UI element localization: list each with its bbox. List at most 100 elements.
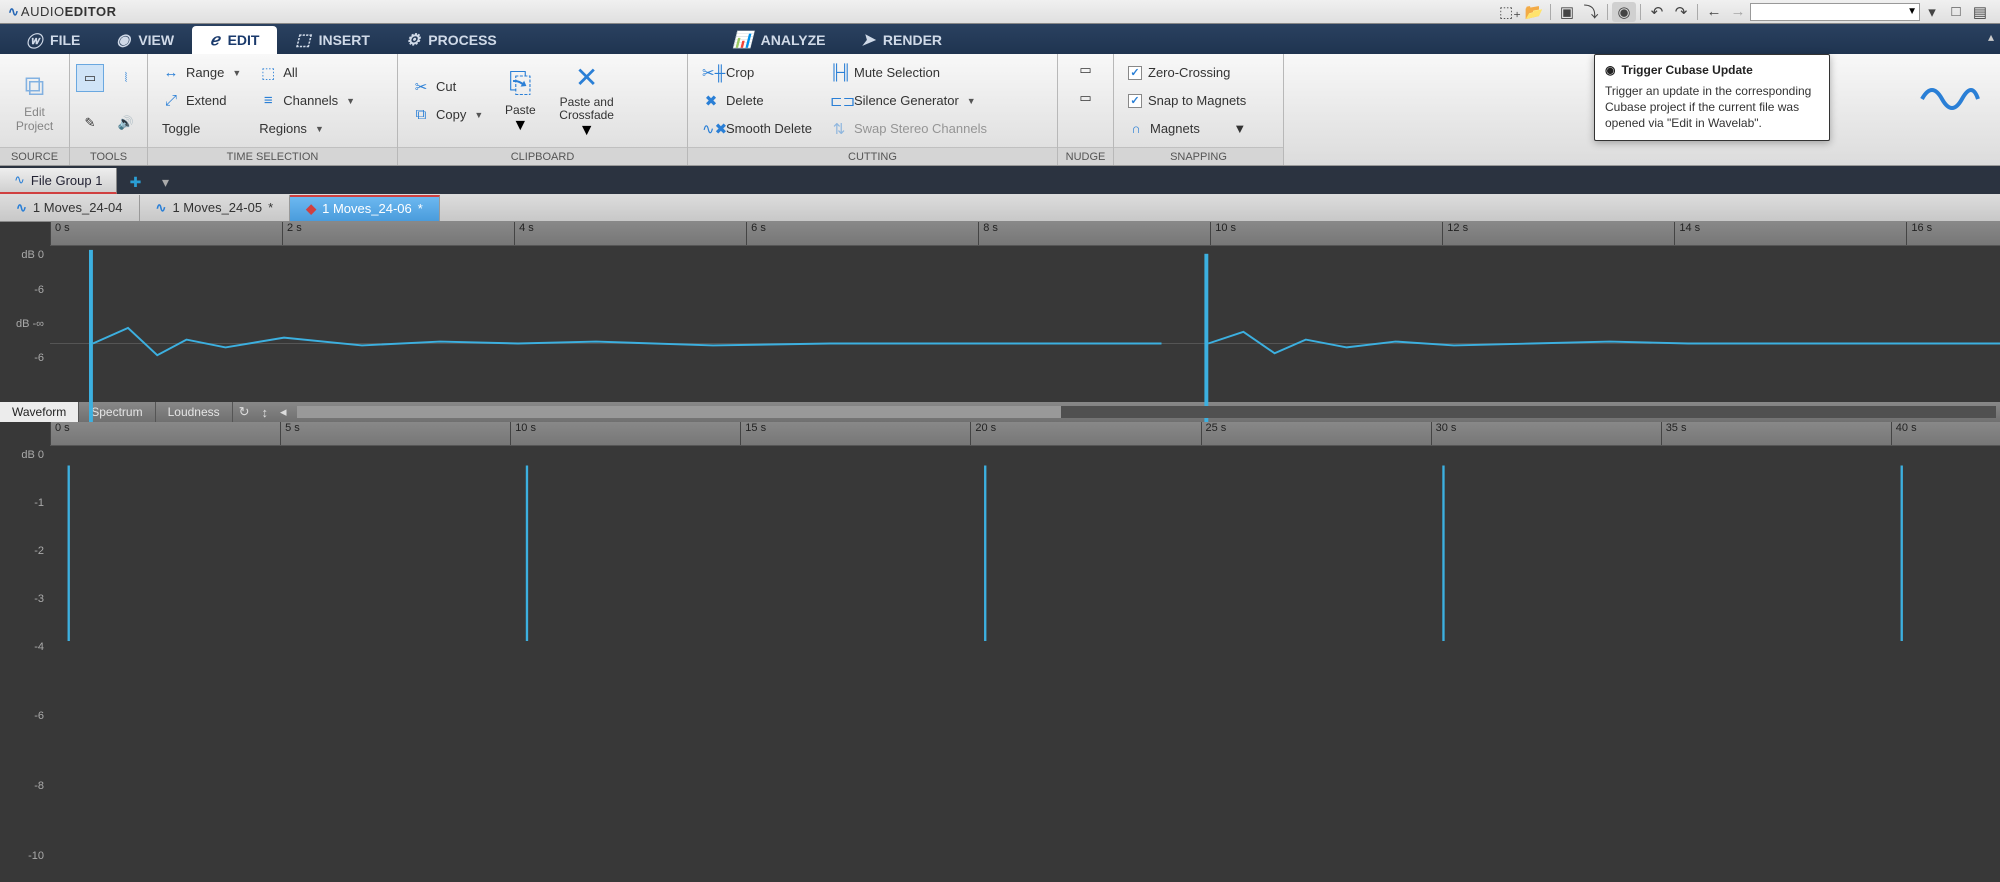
group-label-source: SOURCE (0, 147, 69, 165)
smooth-delete-button[interactable]: ∿✖Smooth Delete (696, 116, 818, 142)
ruler-tick: 14 s (1674, 222, 1700, 245)
ribbon-tab-view[interactable]: ◉VIEW (98, 26, 192, 54)
crop-button[interactable]: ✂╫Crop (696, 60, 818, 86)
ruler-tick: 12 s (1442, 222, 1468, 245)
snap-magnets-checkbox[interactable]: ✓Snap to Magnets (1122, 88, 1252, 114)
extend-icon: ⤢ (162, 92, 180, 109)
scrollbar-thumb[interactable] (297, 406, 1062, 418)
tooltip-body: Trigger an update in the corresponding C… (1605, 83, 1819, 132)
file-tab-0[interactable]: ∿1 Moves_24-04 (0, 195, 140, 221)
filegroup-add-icon[interactable]: ✚ (123, 170, 147, 194)
ribbon-tab-file[interactable]: ⓦFILE (8, 26, 98, 54)
mute-icon: ╟╢ (830, 64, 848, 81)
zero-crossing-checkbox[interactable]: ✓Zero-Crossing (1122, 60, 1252, 86)
ruler-tick: 0 s (50, 422, 70, 445)
tool-pencil-icon[interactable]: ✎ (76, 109, 104, 137)
silence-generator-button[interactable]: ⊏⊐Silence Generator▼ (824, 88, 993, 114)
ribbon-tab-edit[interactable]: ℯEDIT (192, 26, 277, 54)
upper-ruler[interactable]: 0 s 2 s 4 s 6 s 8 s 10 s 12 s 14 s 16 s (50, 222, 2000, 246)
paste-label: Paste (505, 104, 536, 117)
paste-crossfade-button[interactable]: ✕ Paste and Crossfade ▼ (551, 61, 622, 141)
open-file-icon[interactable]: 📂 (1522, 2, 1546, 22)
tool-selection-icon[interactable]: ▭ (76, 64, 104, 92)
group-label-snapping: SNAPPING (1114, 147, 1283, 165)
db-label: -10 (28, 850, 44, 862)
paste-crossfade-label: Paste and Crossfade (559, 96, 614, 122)
file-tab-2[interactable]: ◆1 Moves_24-06* (290, 195, 440, 221)
ribbon-tab-insert[interactable]: ⬚INSERT (277, 26, 387, 54)
history-dropdown[interactable]: ▼ (1750, 3, 1920, 21)
title-bar: ∿ AUDIO EDITOR ⬚₊ 📂 ▣ ⤵ ◉ ↶ ↷ ← → ▼ ▾ □ … (0, 0, 2000, 24)
copy-button[interactable]: ⧉Copy▼ (406, 102, 489, 128)
extend-button[interactable]: ⤢Extend (156, 88, 247, 114)
db-label: -6 (34, 284, 44, 296)
wave-icon: ◆ (306, 201, 316, 217)
ruler-tick: 35 s (1661, 422, 1687, 445)
app-title-suffix: EDITOR (65, 4, 117, 19)
ruler-tick: 40 s (1891, 422, 1917, 445)
copy-icon: ⧉ (412, 106, 430, 123)
select-all-icon: ⬚ (259, 64, 277, 82)
ruler-tick: 25 s (1201, 422, 1227, 445)
mute-selection-button[interactable]: ╟╢Mute Selection (824, 60, 993, 86)
redo-icon[interactable]: ↷ (1669, 2, 1693, 22)
db-label: dB 0 (21, 449, 44, 461)
overview-scrollbar[interactable] (297, 406, 1996, 418)
ruler-tick: 0 s (50, 222, 70, 245)
group-label-nudge: NUDGE (1058, 147, 1113, 165)
swap-stereo-button[interactable]: ⇅Swap Stereo Channels (824, 116, 993, 142)
filegroup-menu-icon[interactable]: ▾ (153, 170, 177, 194)
file-tab-1[interactable]: ∿1 Moves_24-05* (140, 195, 291, 221)
db-label: -1 (34, 497, 44, 509)
filetabs-bar: ∿1 Moves_24-04 ∿1 Moves_24-05* ◆1 Moves_… (0, 194, 2000, 222)
ruler-tick: 15 s (740, 422, 766, 445)
channels-button[interactable]: ≡Channels▼ (253, 88, 361, 114)
ribbon-tab-analyze[interactable]: 📊ANALYZE (715, 26, 844, 54)
wave-icon: ∿ (156, 200, 167, 216)
delete-button[interactable]: ✖Delete (696, 88, 818, 114)
new-file-icon[interactable]: ⬚₊ (1498, 2, 1522, 22)
regions-button[interactable]: Regions▼ (253, 116, 361, 142)
paste-icon: ⎘ (509, 66, 531, 102)
ribbon-collapse-icon[interactable]: ▴ (1988, 30, 1994, 44)
trigger-cubase-update-icon[interactable]: ◉ (1612, 2, 1636, 22)
edit-project-button[interactable]: ⧉ Edit Project (8, 61, 61, 141)
ribbon-tab-render[interactable]: ➤RENDER (844, 26, 961, 54)
group-label-cutting: CUTTING (688, 147, 1057, 165)
tool-spectrum-icon[interactable]: ⦚ (112, 64, 140, 92)
tool-play-icon[interactable]: 🔊 (112, 109, 140, 137)
save-icon[interactable]: ▣ (1555, 2, 1579, 22)
db-label: -3 (34, 593, 44, 605)
layout-icon[interactable]: ▤ (1968, 2, 1992, 22)
lower-waveform[interactable] (50, 446, 2000, 641)
cut-button[interactable]: ✂Cut (406, 74, 489, 100)
range-button[interactable]: ↔Range▼ (156, 60, 247, 86)
nudge-right-icon[interactable]: ▭ (1072, 86, 1100, 110)
save-as-icon[interactable]: ⤵ (1579, 2, 1603, 22)
filegroup-tab[interactable]: ∿ File Group 1 (0, 168, 117, 194)
undo-icon[interactable]: ↶ (1645, 2, 1669, 22)
ribbon-tab-process[interactable]: ⚙PROCESS (388, 26, 515, 54)
swap-stereo-icon: ⇅ (830, 120, 848, 138)
tooltip-trigger-cubase: ◉Trigger Cubase Update Trigger an update… (1594, 54, 1830, 141)
nav-forward-icon[interactable]: → (1726, 2, 1750, 22)
toggle-button[interactable]: Toggle (156, 116, 247, 142)
ruler-tick: 20 s (970, 422, 996, 445)
nudge-left-icon[interactable]: ▭ (1072, 58, 1100, 82)
select-all-button[interactable]: ⬚All (253, 60, 361, 86)
nav-back-icon[interactable]: ← (1702, 2, 1726, 22)
db-label: -8 (34, 780, 44, 792)
db-label: -6 (34, 352, 44, 364)
filegroup-label: File Group 1 (31, 173, 103, 188)
db-label: -4 (34, 641, 44, 653)
paste-button[interactable]: ⎘ Paste ▼ (495, 61, 545, 141)
lower-ruler[interactable]: 0 s 5 s 10 s 15 s 20 s 25 s 30 s 35 s 40… (50, 422, 2000, 446)
magnets-button[interactable]: ∩Magnets▼ (1122, 116, 1252, 142)
customize-icon[interactable]: ▾ (1920, 2, 1944, 22)
ribbon-tab-strip: ⓦFILE ◉VIEW ℯEDIT ⬚INSERT ⚙PROCESS 📊ANAL… (0, 24, 2000, 54)
modified-icon: * (418, 201, 423, 216)
smooth-delete-icon: ∿✖ (702, 120, 720, 138)
delete-icon: ✖ (702, 92, 720, 110)
maximize-icon[interactable]: □ (1944, 2, 1968, 22)
filegroup-icon: ∿ (14, 172, 25, 188)
